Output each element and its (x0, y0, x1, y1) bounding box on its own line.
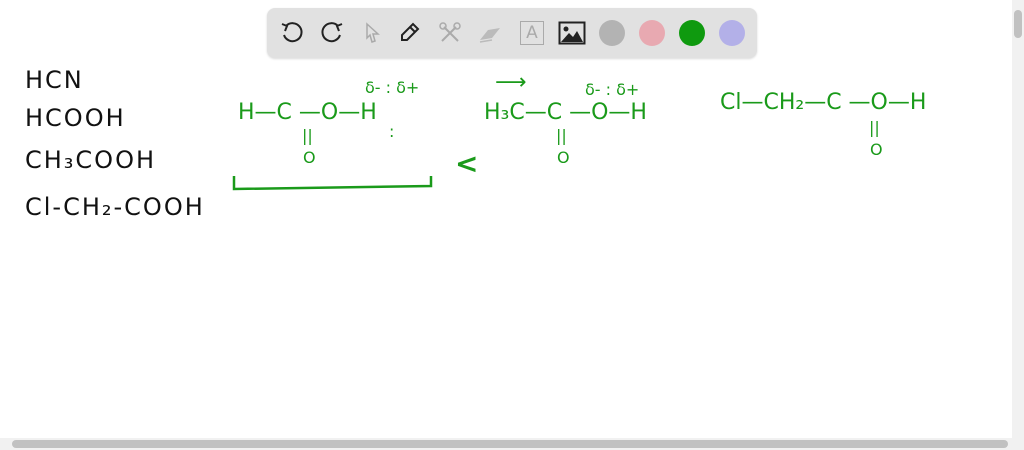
tools-button[interactable] (435, 18, 465, 48)
undo-icon (281, 22, 303, 43)
color-lavender[interactable] (719, 20, 745, 46)
pen-icon (401, 22, 420, 41)
horizontal-scroll-thumb[interactable] (12, 440, 1008, 448)
mol2-double-bond: || (556, 126, 567, 145)
mol1-oxygen: O (303, 148, 316, 167)
less-than-sign: < (455, 147, 479, 180)
mol3-oxygen: O (870, 140, 883, 159)
mol1-formula: H—C —O—H (238, 100, 377, 125)
image-button[interactable] (557, 18, 587, 48)
color-gray[interactable] (599, 20, 625, 46)
color-pink[interactable] (639, 20, 665, 46)
mol2-arrow: ⟶ (495, 70, 527, 95)
mol2-oxygen: O (557, 148, 570, 167)
ink-hcooh: HCOOH (25, 104, 126, 132)
mol2-formula: H₃C—C —O—H (484, 100, 647, 125)
redo-button[interactable] (317, 18, 347, 48)
mol3-formula: Cl—CH₂—C —O—H (720, 90, 927, 115)
mol1-charges: δ- : δ+ (365, 78, 420, 97)
vertical-scroll-thumb[interactable] (1014, 10, 1022, 38)
text-icon: A (520, 21, 544, 45)
ink-clch2cooh: Cl-CH₂-COOH (25, 193, 205, 221)
mol3-double-bond: || (869, 118, 880, 137)
text-button[interactable]: A (517, 18, 547, 48)
mol1-dots: : (389, 122, 395, 141)
bracket-underline (232, 176, 433, 191)
vertical-scrollbar[interactable] (1012, 0, 1024, 438)
redo-icon (321, 22, 343, 43)
mol2-charges: δ- : δ+ (585, 80, 640, 99)
horizontal-scrollbar[interactable] (0, 438, 1024, 450)
eraser-button[interactable] (475, 18, 505, 48)
undo-button[interactable] (277, 18, 307, 48)
ink-ch3cooh: CH₃COOH (25, 146, 157, 174)
select-button[interactable] (357, 18, 387, 48)
drawing-toolbar: A (267, 8, 757, 58)
eraser-icon (479, 28, 500, 43)
color-green[interactable] (679, 20, 705, 46)
select-icon (366, 22, 380, 43)
pen-button[interactable] (395, 18, 425, 48)
tools-icon (439, 22, 461, 42)
mol1-double-bond: || (302, 126, 313, 145)
image-icon (558, 21, 586, 45)
ink-hcn: HCN (25, 66, 84, 94)
